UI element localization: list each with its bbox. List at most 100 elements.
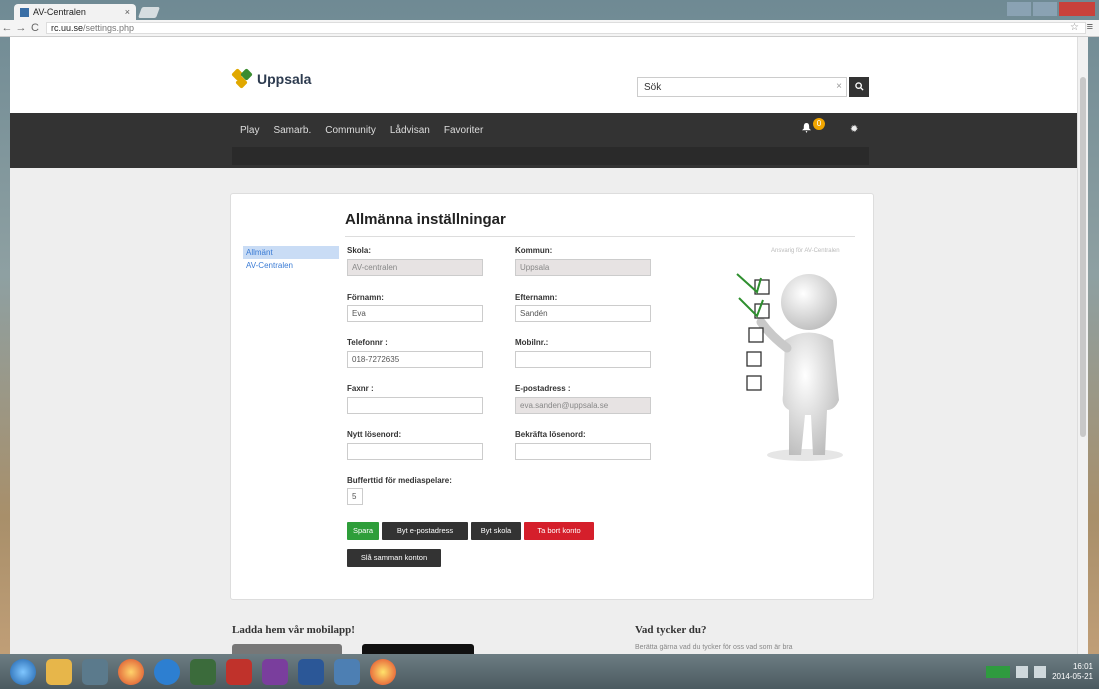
nav-item-favoriter[interactable]: Favoriter — [444, 125, 483, 136]
forward-icon[interactable]: → — [14, 22, 28, 34]
media-player-icon[interactable] — [190, 658, 216, 685]
volume-icon[interactable] — [1034, 666, 1047, 678]
mobile-app-heading: Ladda hem vår mobilapp! — [232, 624, 355, 636]
bookmark-star-icon[interactable]: ☆ — [1070, 22, 1079, 33]
epost-field: eva.sanden@uppsala.se — [515, 397, 651, 414]
site-logo[interactable]: Uppsala — [231, 68, 312, 89]
new-tab-button[interactable] — [137, 7, 161, 18]
telefon-label: Telefonnr : — [347, 338, 388, 347]
confirm-password-field[interactable] — [515, 443, 651, 460]
internet-explorer-icon[interactable] — [154, 658, 180, 685]
browser-tab[interactable]: AV-Centralen × — [14, 4, 136, 20]
maximize-button[interactable] — [1033, 2, 1057, 16]
mobil-field[interactable] — [515, 351, 651, 368]
clock-date: 2014-05-21 — [1052, 672, 1093, 681]
nav-item-ladvisan[interactable]: Lådvisan — [390, 125, 430, 136]
skola-label: Skola: — [347, 246, 372, 255]
feedback-heading: Vad tycker du? — [635, 624, 707, 636]
settings-sidebar: Allmänt AV-Centralen — [243, 246, 339, 272]
nytt-losenord-label: Nytt lösenord: — [347, 430, 402, 439]
people-icon[interactable] — [334, 658, 360, 685]
title-divider — [345, 236, 855, 237]
nav-item-play[interactable]: Play — [240, 125, 259, 136]
close-window-button[interactable] — [1059, 2, 1095, 16]
merge-accounts-button[interactable]: Slå samman konton — [347, 549, 441, 567]
kommun-label: Kommun: — [515, 246, 553, 255]
search-value: Sök — [644, 82, 662, 93]
responsible-hint: Ansvarig för AV-Centralen — [771, 248, 840, 254]
search-input[interactable]: Sök × — [637, 77, 847, 97]
windows-taskbar: 16:01 2014-05-21 — [0, 654, 1099, 689]
browser-toolbar: ← → C rc.uu.se/settings.php — [0, 20, 1099, 37]
tab-title: AV-Centralen — [33, 7, 86, 17]
fornamn-field[interactable]: Eva — [347, 305, 483, 322]
main-navigation: Play Samarb. Community Lådvisan Favorite… — [10, 113, 1088, 168]
skola-field: AV-centralen — [347, 259, 483, 276]
search-button[interactable] — [849, 77, 869, 97]
efternamn-label: Efternamn: — [515, 293, 558, 302]
efternamn-field[interactable]: Sandén — [515, 305, 651, 322]
url-path: /settings.php — [83, 23, 135, 33]
bekrafta-losenord-label: Bekräfta lösenord: — [515, 430, 586, 439]
page-title: Allmänna inställningar — [345, 211, 506, 228]
fax-field[interactable] — [347, 397, 483, 414]
onenote-icon[interactable] — [262, 658, 288, 685]
minimize-button[interactable] — [1007, 2, 1031, 16]
gear-icon[interactable]: ✹ — [850, 124, 858, 135]
network-icon[interactable] — [1016, 666, 1029, 678]
window-controls — [1005, 2, 1095, 16]
browser-menu-icon[interactable]: ≡ — [1087, 21, 1093, 33]
google-play-badge[interactable] — [362, 644, 474, 654]
kommun-field: Uppsala — [515, 259, 651, 276]
buffert-label: Bufferttid för mediaspelare: — [347, 476, 452, 485]
back-icon[interactable]: ← — [0, 22, 14, 34]
logo-text: Uppsala — [257, 71, 312, 87]
search-clear-icon[interactable]: × — [836, 81, 842, 92]
firefox-icon[interactable] — [118, 658, 144, 685]
app-store-badge[interactable] — [232, 644, 342, 654]
chrome-icon[interactable] — [370, 658, 396, 685]
delete-account-button[interactable]: Ta bort konto — [524, 522, 594, 540]
nav-item-samarb[interactable]: Samarb. — [273, 125, 311, 136]
mobil-label: Mobilnr.: — [515, 338, 549, 347]
feedback-text: Berätta gärna vad du tycker för oss vad … — [635, 644, 793, 651]
system-tray: 16:01 2014-05-21 — [986, 662, 1093, 682]
save-button[interactable]: Spara — [347, 522, 379, 540]
new-password-field[interactable] — [347, 443, 483, 460]
change-school-button[interactable]: Byt skola — [471, 522, 521, 540]
web-page: Uppsala Sök × Play Samarb. Community Låd… — [10, 37, 1088, 654]
url-host: rc.uu.se — [51, 23, 84, 33]
explorer-icon[interactable] — [46, 658, 72, 685]
fornamn-label: Förnamn: — [347, 293, 384, 302]
sidebar-item-av-centralen[interactable]: AV-Centralen — [243, 259, 339, 272]
telefon-field[interactable]: 018-7272635 — [347, 351, 483, 368]
checklist-figure-illustration — [736, 273, 843, 461]
fax-label: Faxnr : — [347, 384, 374, 393]
system-clock[interactable]: 16:01 2014-05-21 — [1052, 662, 1093, 682]
clock-time: 16:01 — [1072, 662, 1093, 671]
scrollbar-thumb[interactable] — [1080, 77, 1086, 437]
change-email-button[interactable]: Byt e-postadress — [382, 522, 468, 540]
page-scrollbar[interactable] — [1077, 37, 1088, 654]
sidebar-item-allmant[interactable]: Allmänt — [243, 246, 339, 259]
buffert-field[interactable]: 5 — [347, 488, 363, 505]
browser-tab-strip: AV-Centralen × — [0, 0, 1099, 20]
start-button-icon[interactable] — [10, 658, 36, 685]
media-icon[interactable] — [82, 658, 108, 685]
reload-icon[interactable]: C — [28, 22, 42, 34]
word-icon[interactable] — [298, 658, 324, 685]
sub-navigation-bar — [232, 147, 869, 165]
nav-item-community[interactable]: Community — [325, 125, 376, 136]
filezilla-icon[interactable] — [226, 658, 252, 685]
notification-bell-icon[interactable] — [802, 123, 811, 136]
search-icon — [854, 82, 864, 91]
nav-menu: Play Samarb. Community Lådvisan Favorite… — [240, 125, 483, 136]
site-header: Uppsala Sök × — [10, 37, 1088, 113]
favicon-icon — [20, 7, 29, 17]
address-bar[interactable]: rc.uu.se/settings.php — [46, 22, 1086, 34]
epost-label: E-postadress : — [515, 384, 571, 393]
notification-badge: 0 — [813, 118, 825, 130]
settings-card: Allmänna inställningar Allmänt AV-Centra… — [230, 193, 874, 600]
tab-close-icon[interactable]: × — [125, 7, 130, 17]
battery-icon[interactable] — [986, 666, 1011, 678]
